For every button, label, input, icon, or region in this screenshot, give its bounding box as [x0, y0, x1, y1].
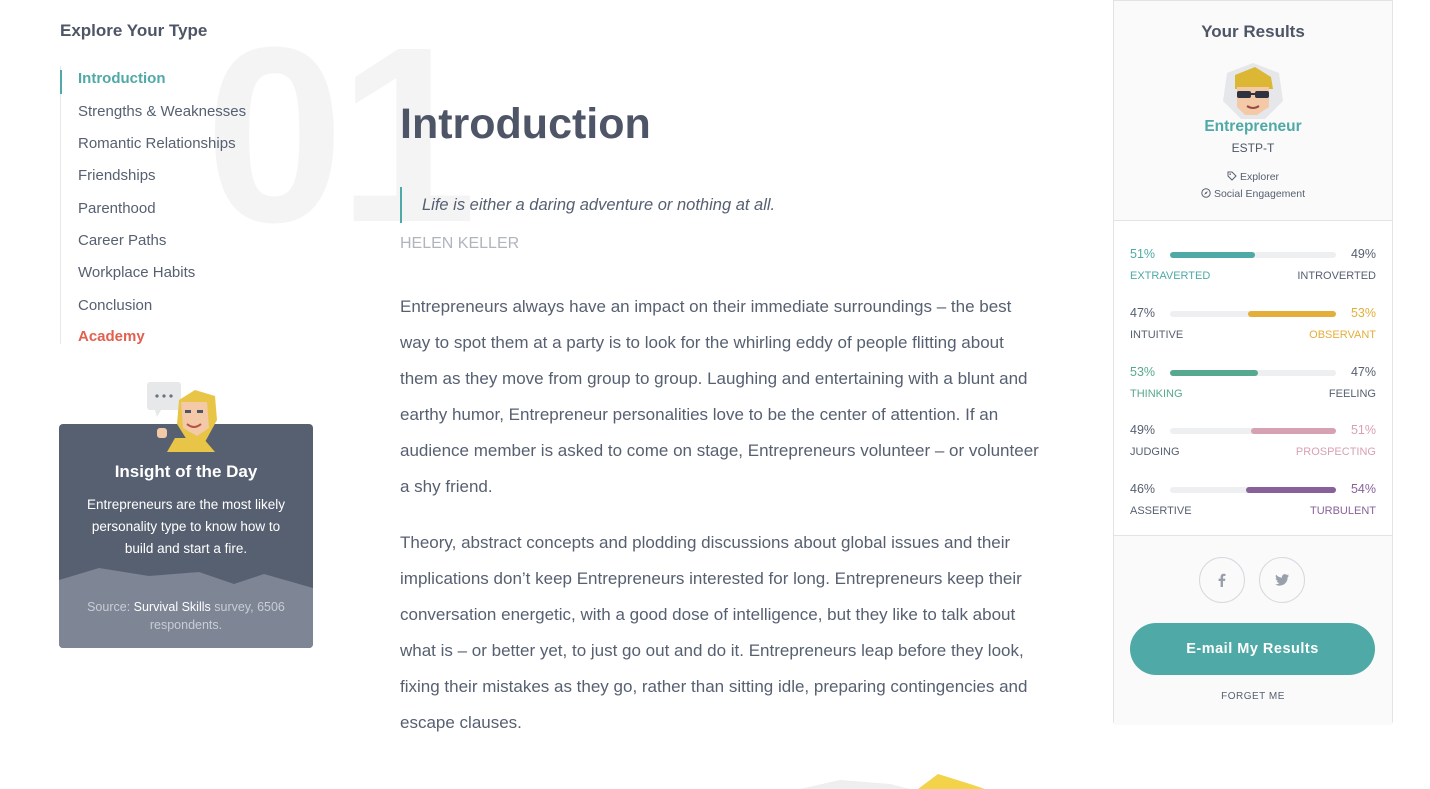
email-results-button[interactable]: E-mail My Results	[1130, 623, 1375, 675]
trait-bar	[1170, 311, 1336, 317]
trait-right-pct: 49%	[1350, 247, 1376, 261]
trait-bar-fill	[1170, 252, 1255, 258]
trait-row[interactable]: 53% 47% Thinking Feeling	[1130, 365, 1376, 405]
trait-left-pct: 47%	[1130, 306, 1156, 320]
paragraph-1: Entrepreneurs always have an impact on t…	[400, 297, 1039, 496]
forget-me-link[interactable]: FORGET ME	[1114, 691, 1392, 702]
twitter-icon	[1275, 574, 1289, 586]
trait-right-label: Turbulent	[1309, 505, 1376, 517]
illustration-partial	[800, 774, 985, 789]
role-label: Explorer	[1239, 171, 1280, 183]
type-name[interactable]: Entrepreneur	[1114, 118, 1392, 136]
role-tag[interactable]: Explorer	[1114, 171, 1392, 183]
page-title: Introduction	[400, 100, 651, 148]
results-title: Your Results	[1201, 22, 1305, 41]
quote-author: HELEN KELLER	[400, 235, 520, 252]
paragraph-2: Theory, abstract concepts and plodding d…	[400, 533, 1028, 732]
nav-item-workplace-habits[interactable]: Workplace Habits	[78, 264, 195, 281]
trait-bar	[1170, 487, 1336, 493]
nav-item-conclusion[interactable]: Conclusion	[78, 297, 152, 314]
insight-source-link[interactable]: Survival Skills	[134, 600, 211, 614]
facebook-icon	[1218, 573, 1226, 587]
trait-right-pct: 53%	[1350, 306, 1376, 320]
trait-bar-fill	[1248, 311, 1336, 317]
nav-item-parenthood[interactable]: Parenthood	[78, 200, 156, 217]
trait-right-label: Prospecting	[1295, 446, 1376, 458]
trait-right-label: Observant	[1309, 329, 1376, 341]
trait-right-pct: 47%	[1350, 365, 1376, 379]
trait-bar	[1170, 428, 1336, 434]
insight-character-icon	[147, 382, 217, 452]
trait-left-label: Assertive	[1130, 505, 1192, 517]
sidebar-title: Explore Your Type	[60, 21, 208, 40]
nav-item-strengths-weaknesses[interactable]: Strengths & Weaknesses	[78, 103, 246, 120]
results-panel: Your Results Entrepreneur ESTP-T Explore…	[1113, 0, 1393, 725]
quote-text: Life is either a daring adventure or not…	[400, 187, 775, 223]
insight-title: Insight of the Day	[114, 462, 258, 481]
trait-left-label: Intuitive	[1130, 329, 1184, 341]
sidebar-nav: Introduction Strengths & Weaknesses Roma…	[60, 66, 300, 345]
nav-item-romantic-relationships[interactable]: Romantic Relationships	[78, 135, 236, 152]
trait-row[interactable]: 47% 53% Intuitive Observant	[1130, 306, 1376, 346]
insight-text: Entrepreneurs are the most likely person…	[86, 497, 286, 556]
trait-bar-fill	[1246, 487, 1336, 493]
trait-right-label: Introverted	[1297, 270, 1376, 282]
trait-row[interactable]: 46% 54% Assertive Turbulent	[1130, 482, 1376, 522]
trait-bars: 51% 49% Extraverted Introverted 47% 53% …	[1114, 222, 1392, 535]
trait-right-label: Feeling	[1328, 388, 1376, 400]
trait-bar	[1170, 252, 1336, 258]
trait-left-label: Thinking	[1130, 388, 1183, 400]
trait-left-pct: 51%	[1130, 247, 1156, 261]
nav-item-academy[interactable]: Academy	[78, 328, 145, 345]
results-footer: E-mail My Results FORGET ME	[1114, 535, 1392, 725]
nav-item-career-paths[interactable]: Career Paths	[78, 232, 166, 249]
nav-item-introduction[interactable]: Introduction	[78, 70, 165, 87]
insight-source-prefix: Source:	[87, 600, 134, 614]
facebook-share-button[interactable]	[1199, 557, 1245, 603]
trait-bar	[1170, 370, 1336, 376]
trait-left-pct: 49%	[1130, 423, 1156, 437]
strategy-label: Social Engagement	[1213, 188, 1306, 200]
insight-source: Source: Survival Skills survey, 6506 res…	[79, 598, 293, 634]
trait-right-pct: 54%	[1350, 482, 1376, 496]
trait-row[interactable]: 51% 49% Extraverted Introverted	[1130, 247, 1376, 287]
trait-bar-fill	[1170, 370, 1258, 376]
insight-card: Insight of the Day Entrepreneurs are the…	[59, 424, 313, 648]
nav-item-friendships[interactable]: Friendships	[78, 167, 156, 184]
trait-left-pct: 53%	[1130, 365, 1156, 379]
active-indicator	[60, 70, 62, 94]
trait-bar-fill	[1251, 428, 1336, 434]
trait-left-label: Judging	[1130, 446, 1180, 458]
results-header: Your Results Entrepreneur ESTP-T Explore…	[1114, 1, 1392, 221]
type-code: ESTP-T	[1231, 141, 1275, 155]
tag-icon	[1227, 171, 1237, 181]
entrepreneur-avatar-icon	[1223, 63, 1283, 119]
trait-left-label: Extraverted	[1130, 270, 1211, 282]
trait-left-pct: 46%	[1130, 482, 1156, 496]
strategy-tag[interactable]: Social Engagement	[1114, 188, 1392, 200]
compass-icon	[1201, 188, 1211, 198]
trait-row[interactable]: 49% 51% Judging Prospecting	[1130, 423, 1376, 463]
trait-right-pct: 51%	[1350, 423, 1376, 437]
twitter-share-button[interactable]	[1259, 557, 1305, 603]
